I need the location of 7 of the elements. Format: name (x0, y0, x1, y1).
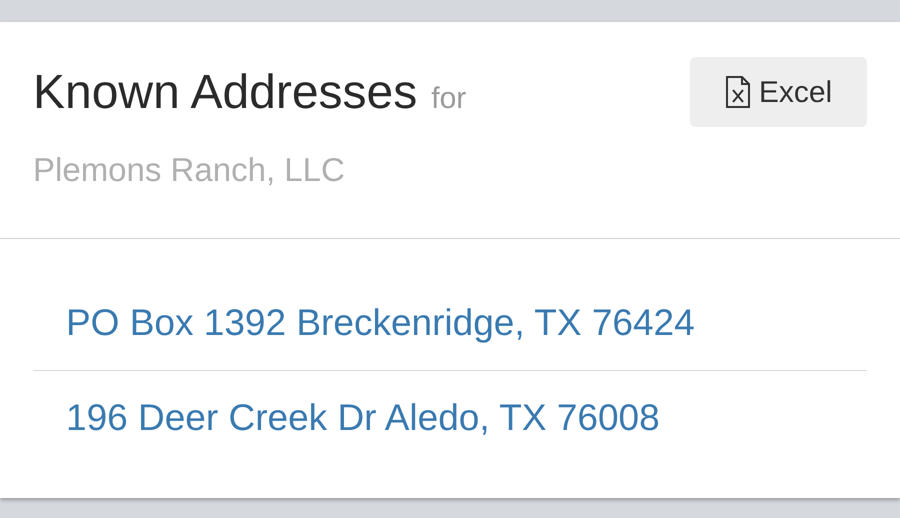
company-name: Plemons Ranch, LLC (33, 150, 346, 190)
address-link[interactable]: PO Box 1392 Breckenridge, TX 76424 (66, 294, 695, 350)
title-suffix: for (431, 81, 466, 117)
address-link[interactable]: 196 Deer Creek Dr Aledo, TX 76008 (66, 390, 660, 446)
excel-button[interactable]: Excel (690, 57, 867, 127)
spreadsheet-file-icon (724, 76, 751, 108)
page-title: Known Addresses (33, 65, 418, 121)
